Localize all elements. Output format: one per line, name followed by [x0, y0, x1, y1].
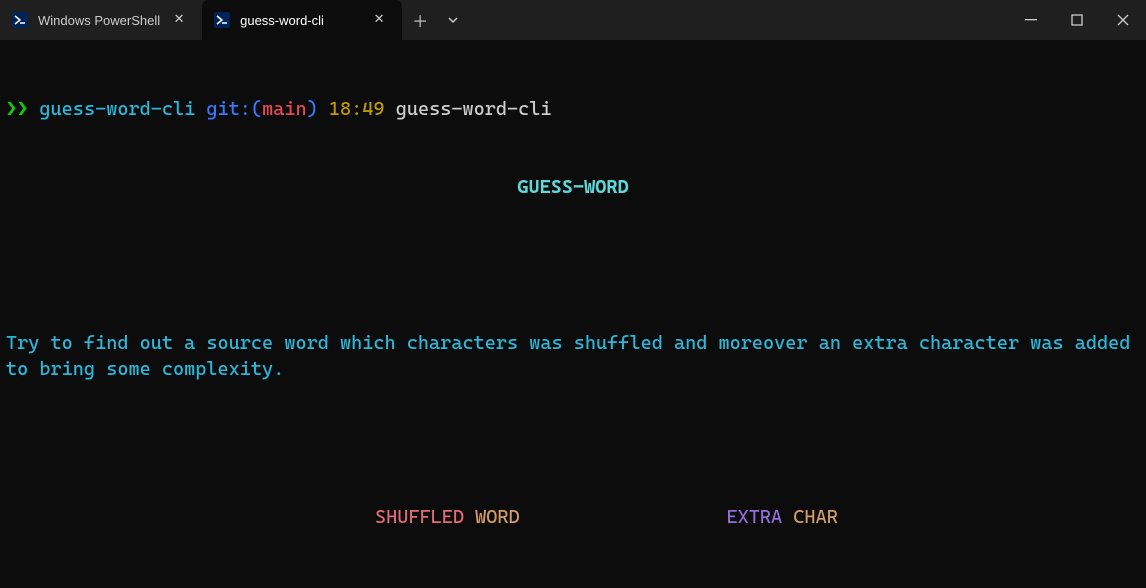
- game-title: GUESS-WORD: [6, 174, 1140, 200]
- tab-guess-word-cli[interactable]: guess-word-cli ✕: [202, 0, 402, 40]
- section-labels: SHUFFLED WORD EXTRA CHAR: [6, 478, 1140, 556]
- game-intro: Try to find out a source word which char…: [6, 330, 1140, 382]
- powershell-icon: [12, 12, 28, 28]
- maximize-button[interactable]: [1054, 0, 1100, 40]
- window-controls: [1008, 0, 1146, 40]
- prompt-line: ❯❯ guess-word-cli git:(main) 18:49 guess…: [6, 96, 1140, 122]
- titlebar-drag-area[interactable]: [468, 0, 1008, 40]
- tab-dropdown-button[interactable]: [438, 0, 468, 40]
- close-icon[interactable]: ✕: [370, 11, 388, 29]
- new-tab-button[interactable]: ＋: [402, 0, 438, 40]
- close-icon[interactable]: ✕: [170, 11, 188, 29]
- close-window-button[interactable]: [1100, 0, 1146, 40]
- tab-powershell[interactable]: Windows PowerShell ✕: [0, 0, 202, 40]
- prompt-path: guess-word-cli: [39, 98, 195, 120]
- minimize-button[interactable]: [1008, 0, 1054, 40]
- tab-title: guess-word-cli: [240, 13, 360, 28]
- powershell-icon: [214, 12, 230, 28]
- prompt-command: guess-word-cli: [396, 98, 552, 120]
- git-branch: main: [262, 98, 307, 120]
- prompt-symbol: ❯❯: [6, 98, 28, 120]
- prompt-time: 18:49: [329, 98, 385, 120]
- extra-char-label: EXTRA CHAR: [660, 478, 838, 556]
- window-titlebar: Windows PowerShell ✕ guess-word-cli ✕ ＋: [0, 0, 1146, 40]
- terminal-output[interactable]: ❯❯ guess-word-cli git:(main) 18:49 guess…: [0, 40, 1146, 588]
- git-label: git:: [206, 98, 251, 120]
- shuffled-word-label: SHUFFLED WORD: [308, 478, 520, 556]
- tab-title: Windows PowerShell: [38, 13, 160, 28]
